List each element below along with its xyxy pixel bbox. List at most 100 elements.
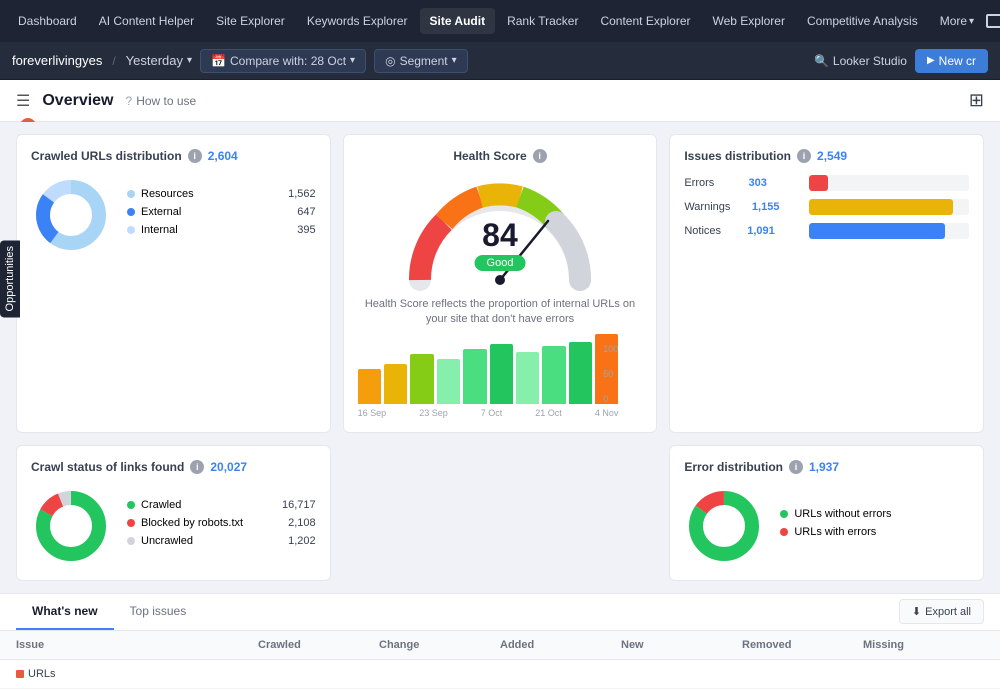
crawl-donut-svg (31, 486, 111, 566)
nav-item-competitive[interactable]: Competitive Analysis (797, 8, 928, 34)
legend-blocked: Blocked by robots.txt 2,108 (127, 517, 316, 529)
errors-bar-bg (809, 175, 969, 191)
crawled-donut (31, 175, 111, 255)
issues-notices-row: Notices 1,091 (684, 223, 969, 239)
sub-nav-right: 🔍 Looker Studio ▶ New cr (814, 49, 988, 73)
table-row[interactable]: URLs (0, 660, 1000, 689)
resources-dot (127, 190, 135, 198)
health-score-badge: Good (475, 255, 526, 271)
with-errors-dot (780, 528, 788, 536)
error-distribution-card: Error distribution i 1,937 URLs without … (669, 445, 984, 581)
info-icon[interactable]: i (533, 149, 547, 163)
sub-nav: foreverlivingyes / Yesterday ▾ 📅 Compare… (0, 42, 1000, 80)
chevron-down-icon: ▾ (350, 55, 355, 66)
hamburger-menu[interactable]: ☰ (16, 91, 30, 111)
segment-icon: ◎ (385, 54, 395, 68)
crawled-urls-card: Crawled URLs distribution i 2,604 Resour… (16, 134, 331, 433)
legend-crawled: Crawled 16,717 (127, 499, 316, 511)
crawl-status-card: Crawl status of links found i 20,027 Cra… (16, 445, 331, 581)
error-legend: URLs without errors URLs with errors (780, 508, 969, 544)
export-button[interactable]: ⬇ Export all (899, 599, 984, 624)
info-icon[interactable]: i (797, 149, 811, 163)
crawl-status-title: Crawl status of links found i 20,027 (31, 460, 316, 474)
main-content: Crawled URLs distribution i 2,604 Resour… (0, 122, 1000, 593)
donut-svg (31, 175, 111, 255)
info-icon[interactable]: i (190, 460, 204, 474)
segment-button[interactable]: ◎ Segment ▾ (374, 49, 468, 73)
legend-resources: Resources 1,562 (127, 188, 316, 200)
nav-item-content-explorer[interactable]: Content Explorer (590, 8, 700, 34)
looker-studio-button[interactable]: 🔍 Looker Studio (814, 54, 907, 68)
how-to-use-link[interactable]: ? How to use (126, 94, 197, 108)
bar-scale: 100 50 0 (603, 344, 618, 404)
internal-dot (127, 226, 135, 234)
crawled-urls-title: Crawled URLs distribution i 2,604 (31, 149, 316, 163)
error-dist-title: Error distribution i 1,937 (684, 460, 969, 474)
info-icon[interactable]: i (789, 460, 803, 474)
info-icon[interactable]: i (188, 149, 202, 163)
nav-item-ai-content[interactable]: AI Content Helper (89, 8, 204, 34)
bar-2 (384, 364, 407, 404)
chevron-down-icon: ▾ (969, 16, 974, 27)
issues-rows: Errors 303 Warnings 1,155 Notices 1,091 (684, 175, 969, 239)
nav-item-site-audit[interactable]: Site Audit (420, 8, 496, 34)
blocked-dot (127, 519, 135, 527)
bar-4 (437, 359, 460, 404)
table-header: Issue Crawled Change Added New Removed M… (0, 631, 1000, 660)
nav-item-rank-tracker[interactable]: Rank Tracker (497, 8, 588, 34)
notices-bar-bg (809, 223, 969, 239)
date-selector[interactable]: Yesterday ▾ (126, 53, 192, 68)
compare-button[interactable]: 📅 Compare with: 28 Oct ▾ (200, 49, 366, 73)
issues-errors-row: Errors 303 (684, 175, 969, 191)
health-score-card: Health Score i 84 Good Heal (343, 134, 658, 433)
empty-center (343, 445, 658, 581)
nav-item-keywords-explorer[interactable]: Keywords Explorer (297, 8, 418, 34)
chevron-down-icon: ▾ (452, 55, 457, 66)
page-header: ☰ Overview ? How to use ⊞ (0, 80, 1000, 122)
health-gauge: 84 Good (400, 175, 600, 285)
bar-labels: 16 Sep 23 Sep 7 Oct 21 Oct 4 Nov (358, 408, 619, 418)
error-donut (684, 486, 764, 566)
bar-6 (490, 344, 513, 404)
page-title: Overview (42, 92, 113, 110)
external-dot (127, 208, 135, 216)
errors-bar (809, 175, 828, 191)
no-errors-dot (780, 510, 788, 518)
legend-uncrawled: Uncrawled 1,202 (127, 535, 316, 547)
nav-separator: / (112, 54, 115, 68)
nav-item-site-explorer[interactable]: Site Explorer (206, 8, 295, 34)
crawl-legend: Crawled 16,717 Blocked by robots.txt 2,1… (127, 499, 316, 553)
health-bar-chart: 100 50 0 (358, 344, 619, 404)
bar-3 (410, 354, 433, 404)
health-score-description: Health Score reflects the proportion of … (358, 297, 643, 328)
bar-1 (358, 369, 381, 404)
top-nav: Dashboard AI Content Helper Site Explore… (0, 0, 1000, 42)
new-cr-button[interactable]: ▶ New cr (915, 49, 988, 73)
warnings-bar (809, 199, 953, 215)
bar-8 (542, 346, 565, 404)
site-name: foreverlivingyes (12, 53, 102, 68)
nav-item-dashboard[interactable]: Dashboard (8, 8, 87, 34)
issues-dist-count: 2,549 (817, 149, 847, 163)
bottom-tabs: What's new Top issues ⬇ Export all (0, 594, 1000, 631)
opportunities-panel[interactable]: Opportunities (0, 240, 20, 317)
chevron-down-icon: ▾ (187, 55, 192, 66)
nav-right: ⚡ Upgrade Paige's (986, 9, 1000, 33)
monitor-icon[interactable] (986, 14, 1000, 28)
compare-icon: 📅 (211, 54, 226, 68)
tab-whats-new[interactable]: What's new (16, 594, 114, 630)
tab-top-issues[interactable]: Top issues (114, 594, 203, 630)
uncrawled-dot (127, 537, 135, 545)
legend-no-errors: URLs without errors (780, 508, 969, 520)
filter-icon[interactable]: ⊞ (969, 90, 984, 110)
health-score-title: Health Score i (453, 149, 546, 163)
nav-more[interactable]: More ▾ (930, 8, 984, 34)
gauge-score: 84 Good (475, 219, 526, 271)
crawled-urls-chart: Resources 1,562 External 647 Internal (31, 175, 316, 255)
nav-item-web-explorer[interactable]: Web Explorer (703, 8, 795, 34)
error-dist-count: 1,937 (809, 460, 839, 474)
error-dist-chart: URLs without errors URLs with errors (684, 486, 969, 566)
warnings-bar-bg (809, 199, 969, 215)
health-score-number: 84 (475, 219, 526, 251)
error-donut-svg (684, 486, 764, 566)
